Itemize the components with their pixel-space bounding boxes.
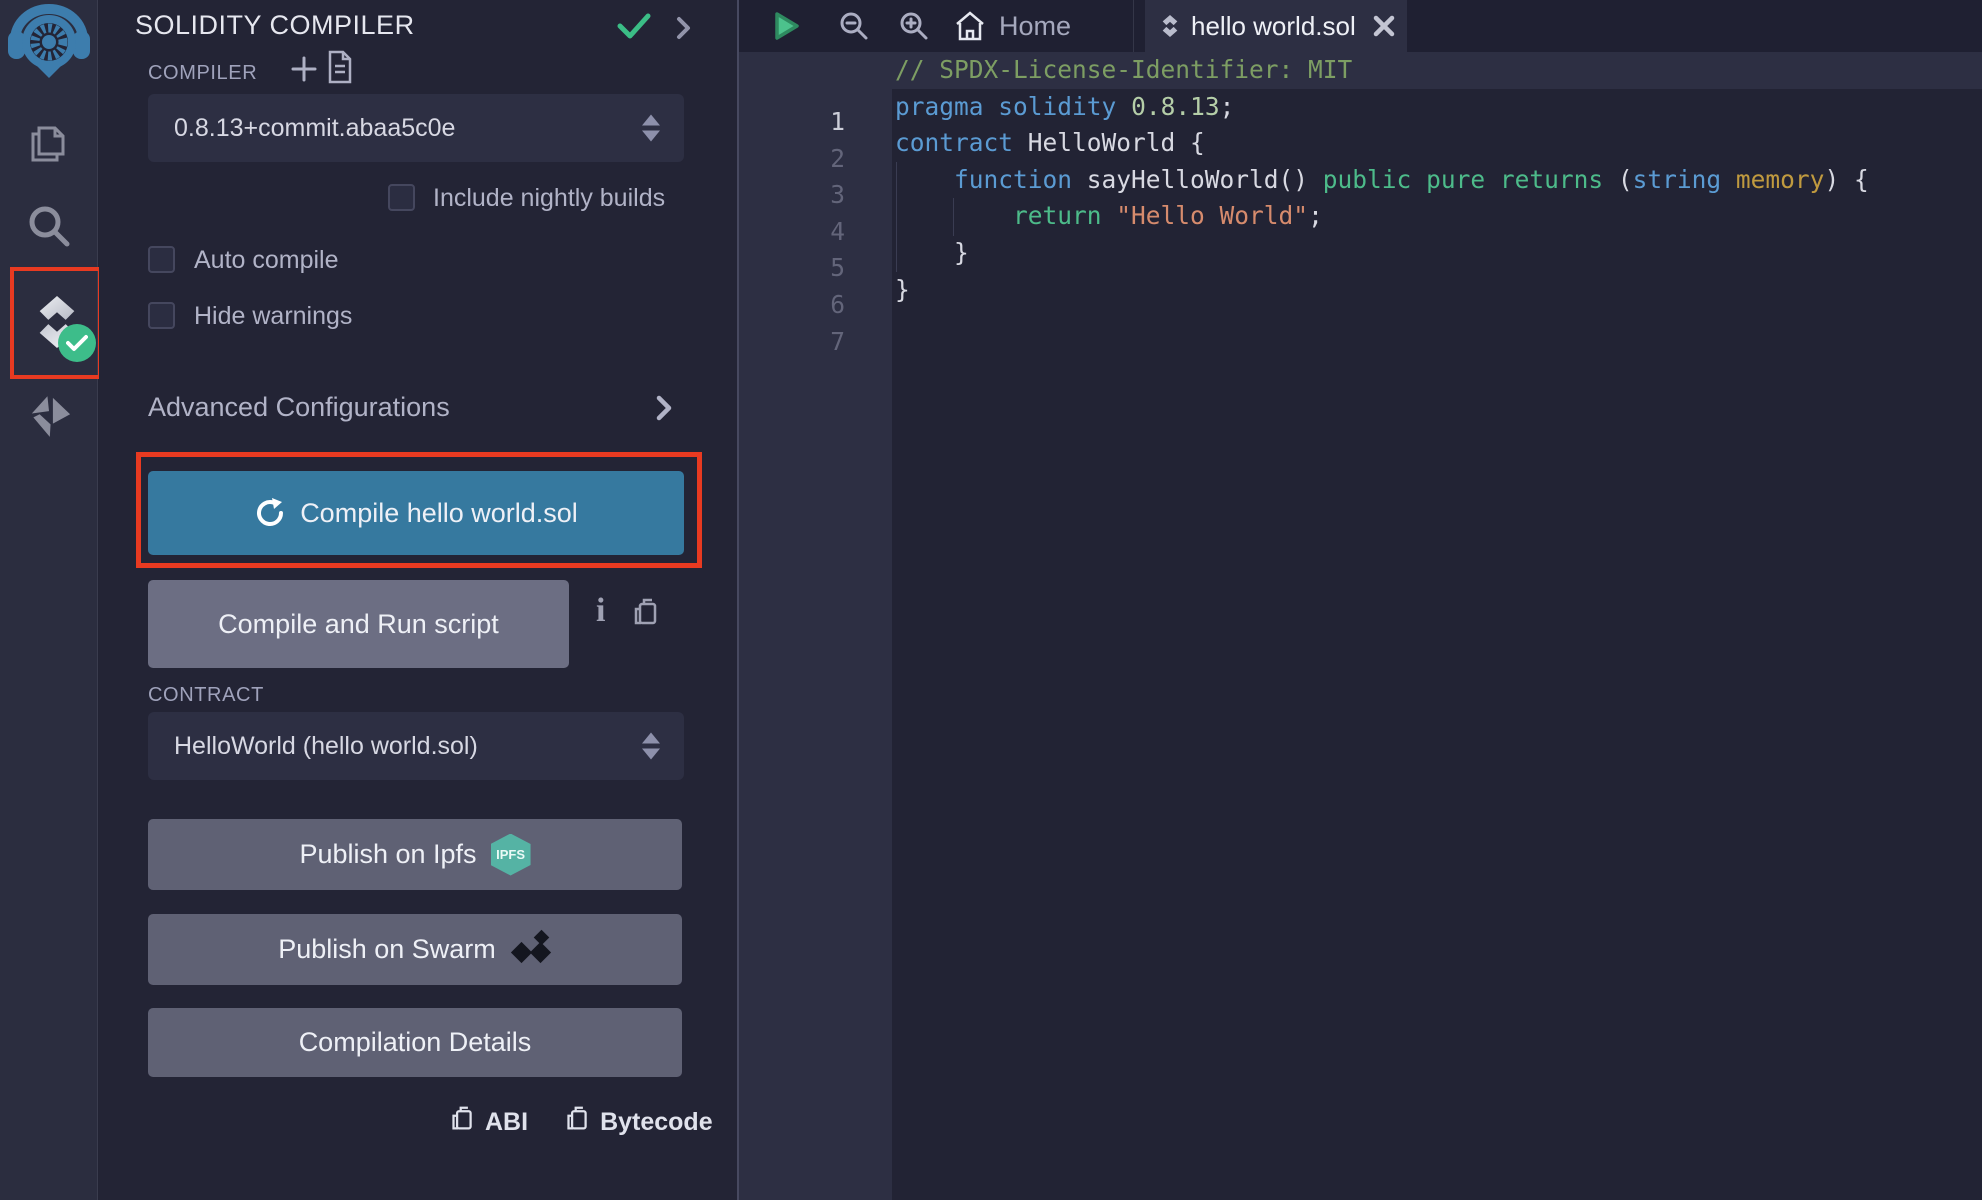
advanced-expand-chevron-icon[interactable] — [655, 394, 673, 427]
copy-files-icon[interactable] — [25, 118, 71, 169]
nightly-builds-checkbox[interactable] — [388, 184, 415, 211]
code-line[interactable]: function sayHelloWorld() public pure ret… — [895, 162, 1869, 199]
hide-warnings-label: Hide warnings — [194, 302, 352, 331]
copy-abi-icon[interactable] — [449, 1104, 476, 1140]
code-line[interactable]: pragma solidity 0.8.13; — [895, 89, 1234, 126]
advanced-configurations-link[interactable]: Advanced Configurations — [148, 392, 450, 423]
publish-swarm-label: Publish on Swarm — [278, 934, 496, 965]
compile-success-badge — [58, 324, 96, 362]
solidity-file-icon — [1159, 12, 1181, 40]
editor-tab-bar: Home hello world.sol — [739, 0, 1982, 52]
bytecode-link[interactable]: Bytecode — [600, 1108, 713, 1137]
compile-button[interactable]: Compile hello world.sol — [148, 471, 684, 555]
refresh-icon — [254, 497, 286, 529]
line-number: 3 — [739, 177, 845, 214]
auto-compile-checkbox[interactable] — [148, 246, 175, 273]
select-arrows-icon — [642, 733, 660, 760]
tab-hello-world[interactable]: hello world.sol — [1145, 0, 1407, 52]
zoom-in-icon[interactable] — [899, 0, 929, 52]
line-number: 5 — [739, 250, 845, 287]
compiler-file-icon[interactable] — [327, 50, 353, 89]
copy-script-icon[interactable] — [631, 596, 661, 633]
contract-select-value: HelloWorld (hello world.sol) — [174, 732, 478, 761]
copy-bytecode-icon[interactable] — [564, 1104, 591, 1140]
tab-home-label: Home — [999, 11, 1071, 42]
panel-collapse-chevron-icon[interactable] — [675, 16, 691, 45]
line-number: 4 — [739, 214, 845, 251]
select-arrows-icon — [642, 115, 660, 142]
editor-area: 1234567 // SPDX-License-Identifier: MITp… — [737, 0, 1982, 1200]
deploy-and-run-icon[interactable] — [24, 390, 74, 445]
code-line[interactable]: contract HelloWorld { — [895, 125, 1205, 162]
add-compiler-icon[interactable] — [289, 54, 319, 89]
code-line[interactable]: return "Hello World"; — [895, 198, 1323, 235]
compilation-details-label: Compilation Details — [299, 1027, 532, 1058]
compilation-details-button[interactable]: Compilation Details — [148, 1008, 682, 1077]
remix-ide-screen: SOLIDITY COMPILER COMPILER 0.8.13+commit… — [0, 0, 1982, 1200]
panel-title: SOLIDITY COMPILER — [135, 10, 415, 41]
home-icon — [954, 11, 986, 41]
line-number: 1 — [739, 104, 845, 141]
tab-separator — [1133, 0, 1134, 52]
line-number: 7 — [739, 324, 845, 361]
search-icon[interactable] — [26, 203, 72, 254]
swarm-icon — [510, 932, 552, 968]
publish-ipfs-label: Publish on Ipfs — [299, 839, 476, 870]
auto-compile-label: Auto compile — [194, 246, 339, 275]
compile-and-run-label: Compile and Run script — [218, 609, 499, 640]
tab-home[interactable]: Home — [954, 0, 1071, 52]
close-tab-icon[interactable] — [1372, 14, 1396, 38]
solidity-compiler-panel: SOLIDITY COMPILER COMPILER 0.8.13+commit… — [99, 0, 737, 1200]
contract-select[interactable]: HelloWorld (hello world.sol) — [148, 712, 684, 780]
remix-logo-icon[interactable] — [8, 4, 90, 83]
abi-link[interactable]: ABI — [485, 1108, 528, 1137]
hide-warnings-checkbox[interactable] — [148, 302, 175, 329]
abi-bytecode-row: ABI Bytecode — [449, 1104, 713, 1140]
run-script-play-button[interactable] — [770, 0, 802, 52]
info-icon[interactable]: i — [596, 592, 605, 630]
publish-ipfs-button[interactable]: Publish on Ipfs IPFS — [148, 819, 682, 890]
compile-and-run-button[interactable]: Compile and Run script — [148, 580, 569, 668]
zoom-out-icon[interactable] — [839, 0, 869, 52]
ipfs-icon: IPFS — [491, 834, 531, 876]
tab-hello-world-label: hello world.sol — [1191, 11, 1356, 42]
code-line[interactable]: // SPDX-License-Identifier: MIT — [895, 52, 1352, 89]
publish-swarm-button[interactable]: Publish on Swarm — [148, 914, 682, 985]
nightly-builds-label: Include nightly builds — [433, 184, 665, 213]
line-number: 6 — [739, 287, 845, 324]
line-number: 2 — [739, 141, 845, 178]
code-line[interactable]: } — [895, 235, 969, 272]
gutter: 1234567 — [739, 52, 892, 1200]
compiler-version-value: 0.8.13+commit.abaa5c0e — [174, 114, 455, 143]
code-line[interactable]: } — [895, 272, 910, 309]
compile-button-label: Compile hello world.sol — [300, 498, 578, 529]
compiler-section-label: COMPILER — [148, 62, 257, 85]
compiler-version-select[interactable]: 0.8.13+commit.abaa5c0e — [148, 94, 684, 162]
contract-section-label: CONTRACT — [148, 684, 264, 707]
compiled-check-icon — [617, 12, 651, 45]
activity-bar — [0, 0, 98, 1200]
